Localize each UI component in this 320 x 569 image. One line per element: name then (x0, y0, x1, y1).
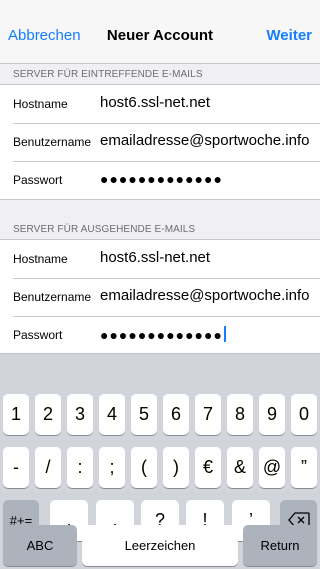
outgoing-password-field[interactable]: ●●●●●●●●●●●●● (100, 326, 226, 343)
outgoing-hostname-row[interactable]: Hostname host6.ssl-net.net (0, 240, 320, 278)
key-3[interactable]: 3 (67, 394, 93, 435)
incoming-hostname-field[interactable]: host6.ssl-net.net (100, 94, 210, 111)
outgoing-password-row[interactable]: Passwort ●●●●●●●●●●●●● (0, 316, 320, 354)
outgoing-username-label: Benutzername (13, 290, 92, 304)
incoming-hostname-row[interactable]: Hostname host6.ssl-net.net (0, 85, 320, 123)
key-9[interactable]: 9 (259, 394, 285, 435)
outgoing-password-label: Passwort (13, 328, 63, 342)
outgoing-username-row[interactable]: Benutzername emailadresse@sportwoche.inf… (0, 278, 320, 316)
key-4[interactable]: 4 (99, 394, 125, 435)
incoming-password-field[interactable]: ●●●●●●●●●●●●● (100, 171, 223, 187)
key-5[interactable]: 5 (131, 394, 157, 435)
next-button[interactable]: Weiter (266, 27, 312, 45)
text-cursor (223, 326, 226, 342)
key-7[interactable]: 7 (195, 394, 221, 435)
outgoing-username-field[interactable]: emailadresse@sportwoche.info (100, 287, 310, 304)
incoming-password-row[interactable]: Passwort ●●●●●●●●●●●●● (0, 161, 320, 199)
key-hyphen[interactable]: - (3, 447, 29, 488)
incoming-password-label: Passwort (13, 173, 63, 187)
key-slash[interactable]: / (35, 447, 61, 488)
navigation-bar: Abbrechen Neuer Account Weiter (0, 0, 320, 64)
key-semicolon[interactable]: ; (99, 447, 125, 488)
key-8[interactable]: 8 (227, 394, 253, 435)
outgoing-server-header: SERVER FÜR AUSGEHENDE E-MAILS (13, 224, 196, 235)
key-close-paren[interactable]: ) (163, 447, 189, 488)
key-2[interactable]: 2 (35, 394, 61, 435)
outgoing-hostname-field[interactable]: host6.ssl-net.net (100, 249, 210, 266)
incoming-server-header: SERVER FÜR EINTREFFENDE E-MAILS (13, 69, 203, 80)
return-key[interactable]: Return (243, 525, 317, 566)
key-euro[interactable]: € (195, 447, 221, 488)
incoming-username-row[interactable]: Benutzername emailadresse@sportwoche.inf… (0, 123, 320, 161)
key-0[interactable]: 0 (291, 394, 317, 435)
key-ampersand[interactable]: & (227, 447, 253, 488)
key-1[interactable]: 1 (3, 394, 29, 435)
key-6[interactable]: 6 (163, 394, 189, 435)
key-at[interactable]: @ (259, 447, 285, 488)
outgoing-hostname-label: Hostname (13, 252, 68, 266)
incoming-username-field[interactable]: emailadresse@sportwoche.info (100, 132, 310, 149)
numeric-keyboard: 1 2 3 4 5 6 7 8 9 0 - / : ; ( ) € & @ ” … (0, 353, 320, 569)
incoming-server-group: Hostname host6.ssl-net.net Benutzername … (0, 84, 320, 200)
outgoing-server-group: Hostname host6.ssl-net.net Benutzername … (0, 239, 320, 355)
outgoing-password-dots: ●●●●●●●●●●●●● (100, 327, 223, 343)
incoming-username-label: Benutzername (13, 135, 92, 149)
key-quote[interactable]: ” (291, 447, 317, 488)
abc-key[interactable]: ABC (3, 525, 77, 566)
incoming-hostname-label: Hostname (13, 97, 68, 111)
space-key[interactable]: Leerzeichen (82, 525, 238, 566)
key-colon[interactable]: : (67, 447, 93, 488)
key-open-paren[interactable]: ( (131, 447, 157, 488)
